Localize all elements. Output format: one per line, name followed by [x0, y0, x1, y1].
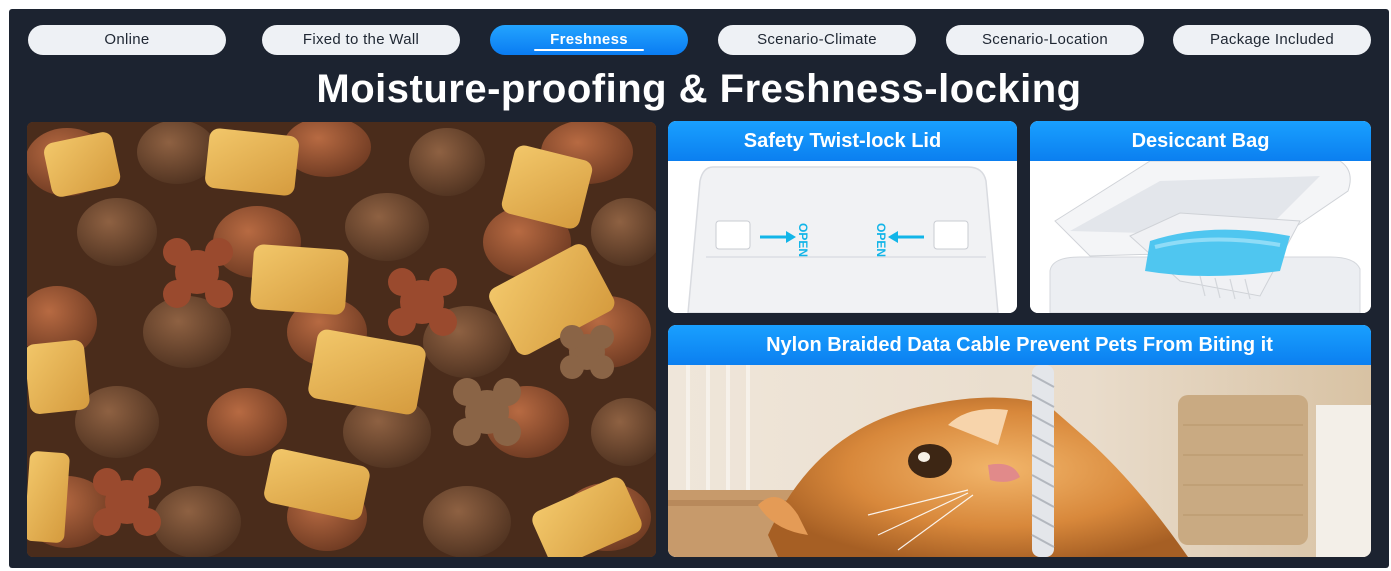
- kibble-photo: [27, 122, 656, 557]
- tab-scenario-location[interactable]: Scenario-Location: [946, 25, 1144, 55]
- lid-card-title: Safety Twist-lock Lid: [668, 121, 1017, 161]
- tab-freshness[interactable]: Freshness: [490, 25, 688, 55]
- cat-photo: [668, 365, 1371, 557]
- product-banner: Online Fixed to the Wall Freshness Scena…: [9, 9, 1389, 568]
- open-label-left: OPEN: [796, 223, 810, 257]
- tab-scenario-climate[interactable]: Scenario-Climate: [718, 25, 916, 55]
- tab-fixed-to-the-wall[interactable]: Fixed to the Wall: [262, 25, 460, 55]
- kibble-illustration: [27, 122, 656, 557]
- tab-bar: Online Fixed to the Wall Freshness Scena…: [9, 9, 1389, 69]
- active-tab-underline: [534, 49, 644, 51]
- desiccant-illustration: [1030, 160, 1371, 313]
- open-label-right: OPEN: [874, 223, 888, 257]
- cable-card: Nylon Braided Data Cable Prevent Pets Fr…: [668, 325, 1371, 557]
- desiccant-card: Desiccant Bag: [1030, 121, 1371, 313]
- tab-online[interactable]: Online: [28, 25, 226, 55]
- tab-package-included[interactable]: Package Included: [1173, 25, 1371, 55]
- tab-label: Online: [104, 31, 150, 48]
- tab-label: Freshness: [550, 31, 628, 48]
- tab-label: Scenario-Location: [981, 31, 1108, 48]
- desiccant-card-title: Desiccant Bag: [1030, 121, 1371, 161]
- lid-card: Safety Twist-lock Lid OPEN OPEN: [668, 121, 1017, 313]
- tab-label: Scenario-Climate: [757, 31, 877, 48]
- tab-label: Package Included: [1209, 31, 1335, 48]
- cable-card-title: Nylon Braided Data Cable Prevent Pets Fr…: [668, 325, 1371, 365]
- lid-illustration: OPEN OPEN: [668, 161, 1017, 313]
- tab-label: Fixed to the Wall: [302, 31, 420, 48]
- page-title: Moisture-proofing & Freshness-locking: [316, 67, 1082, 111]
